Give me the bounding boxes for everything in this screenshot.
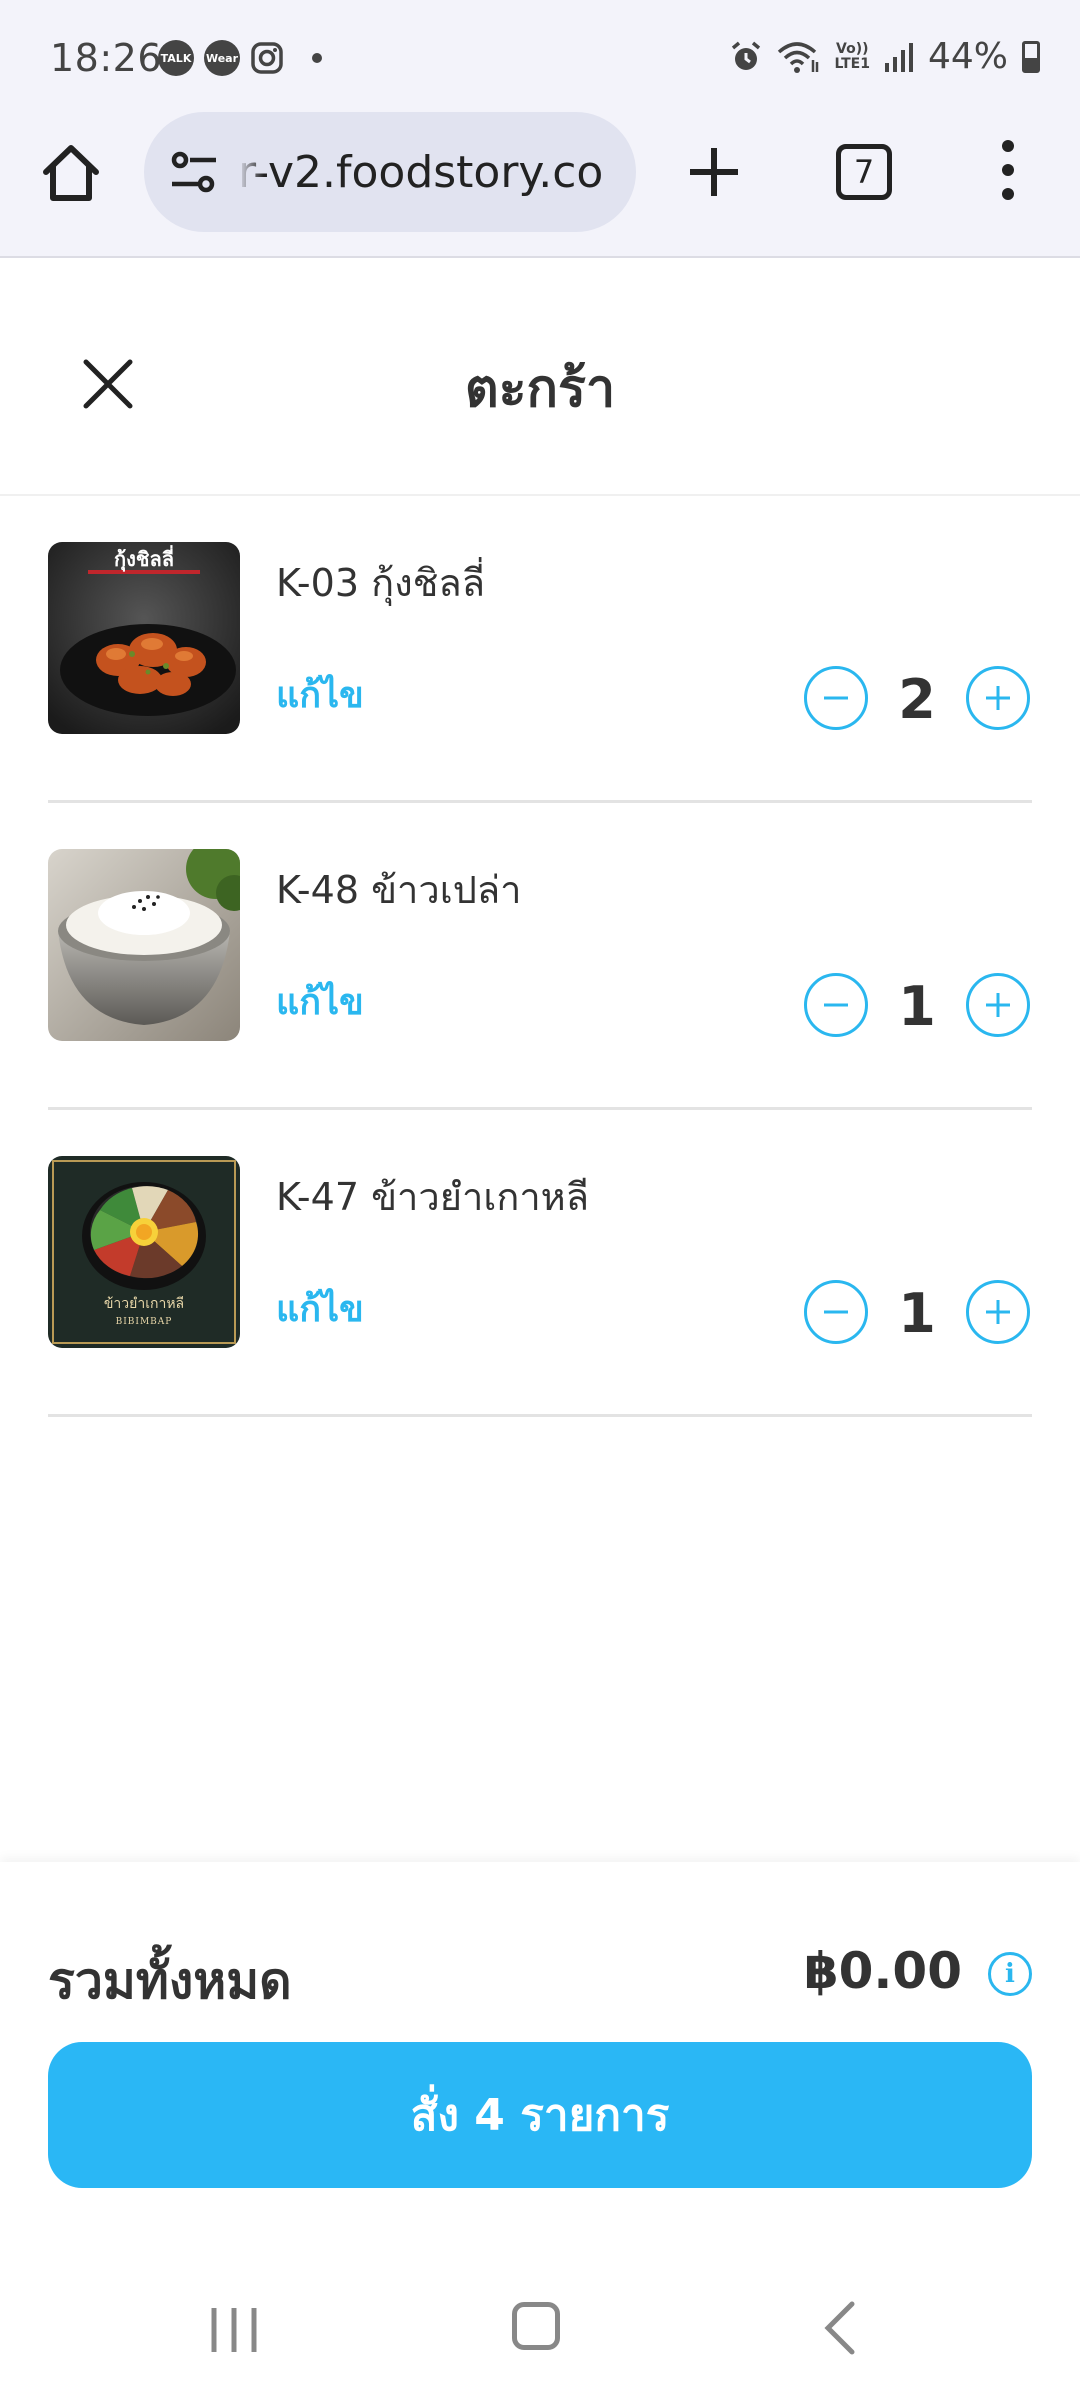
item-name: K-48 ข้าวเปล่า (276, 868, 522, 912)
site-settings-icon[interactable] (166, 144, 222, 200)
browser-chrome: 18:26 TALK Wear Vo)) LTE1 44% r-v2.foods… (0, 0, 1080, 258)
quantity-value: 1 (898, 975, 936, 1038)
minus-icon (824, 1003, 848, 1007)
item-image-chili-shrimp[interactable]: กุ้งชิลลี่ (48, 542, 240, 734)
item-name: K-03 กุ้งชิลลี่ (276, 561, 485, 605)
decrease-quantity-button[interactable] (804, 1280, 868, 1344)
wifi-icon (777, 41, 818, 73)
cart-item: K-48 ข้าวเปล่า แก้ไข 1 (48, 803, 1032, 1110)
item-image-plain-rice[interactable] (48, 849, 240, 1041)
cart-footer: รวมทั้งหมด ฿0.00 i สั่ง 4 รายการ (0, 1862, 1080, 2270)
volte-icon: Vo)) LTE1 (834, 40, 870, 72)
edit-link[interactable]: แก้ไข (276, 666, 364, 723)
browser-toolbar: r-v2.foodstory.co 7 (0, 112, 1080, 232)
quantity-stepper: 1 (802, 973, 1032, 1038)
plus-icon (986, 686, 1010, 710)
kakaotalk-icon: TALK (158, 40, 194, 76)
cart-item: กุ้งชิลลี่ K-03 กุ้งชิลลี่ แก้ไข 2 (48, 496, 1032, 803)
edit-link[interactable]: แก้ไข (276, 973, 364, 1030)
more-notifications-dot (312, 53, 322, 63)
cart-item: ข้าวยำเกาหลี BIBIMBAP K-47 ข้าวยำเกาหลี … (48, 1110, 1032, 1417)
system-navigation-bar (0, 2270, 1080, 2400)
alarm-icon (731, 41, 760, 70)
instagram-icon (251, 42, 283, 74)
decrease-quantity-button[interactable] (804, 973, 868, 1037)
increase-quantity-button[interactable] (966, 666, 1030, 730)
increase-quantity-button[interactable] (966, 1280, 1030, 1344)
notification-icons: TALK Wear (158, 40, 322, 76)
more-menu-icon[interactable] (996, 140, 1020, 204)
quantity-value: 1 (898, 1282, 936, 1345)
plus-icon (986, 1300, 1010, 1324)
total-value: ฿0.00 (803, 1942, 962, 2000)
minus-icon (824, 696, 848, 700)
new-tab-icon[interactable] (684, 142, 744, 202)
item-image-caption: ข้าวยำเกาหลี (104, 1296, 184, 1312)
status-time: 18:26 (50, 36, 163, 80)
recent-apps-icon[interactable] (208, 2304, 260, 2356)
increase-quantity-button[interactable] (966, 973, 1030, 1037)
place-order-button[interactable]: สั่ง 4 รายการ (48, 2042, 1032, 2188)
address-bar[interactable]: r-v2.foodstory.co (144, 112, 636, 232)
system-icons: Vo)) LTE1 44% (729, 36, 1040, 77)
plus-icon (986, 993, 1010, 1017)
battery-icon (1022, 40, 1040, 73)
home-icon[interactable] (38, 140, 104, 206)
edit-link[interactable]: แก้ไข (276, 1280, 364, 1337)
back-icon[interactable] (820, 2300, 860, 2356)
decrease-quantity-button[interactable] (804, 666, 868, 730)
quantity-stepper: 2 (802, 666, 1032, 731)
item-image-caption: กุ้งชิลลี่ (114, 544, 174, 572)
wear-icon: Wear (204, 40, 240, 76)
cart-list: กุ้งชิลลี่ K-03 กุ้งชิลลี่ แก้ไข 2 K-48 … (48, 496, 1032, 1417)
quantity-value: 2 (898, 668, 936, 731)
item-image-bibimbap[interactable]: ข้าวยำเกาหลี BIBIMBAP (48, 1156, 240, 1348)
signal-icon (884, 42, 913, 72)
url-text: r-v2.foodstory.co (238, 146, 604, 198)
item-image-caption-en: BIBIMBAP (116, 1317, 173, 1327)
tab-switcher-button[interactable]: 7 (836, 144, 892, 200)
item-name: K-47 ข้าวยำเกาหลี (276, 1175, 589, 1219)
home-nav-icon[interactable] (512, 2302, 560, 2350)
minus-icon (824, 1310, 848, 1314)
total-label: รวมทั้งหมด (48, 1952, 292, 2010)
quantity-stepper: 1 (802, 1280, 1032, 1345)
page-title: ตะกร้า (464, 359, 616, 419)
status-bar: 18:26 TALK Wear Vo)) LTE1 44% (0, 0, 1080, 120)
info-icon[interactable]: i (988, 1952, 1032, 1996)
cart-header: ตะกร้า (0, 260, 1080, 496)
battery-percent: 44% (927, 36, 1008, 77)
